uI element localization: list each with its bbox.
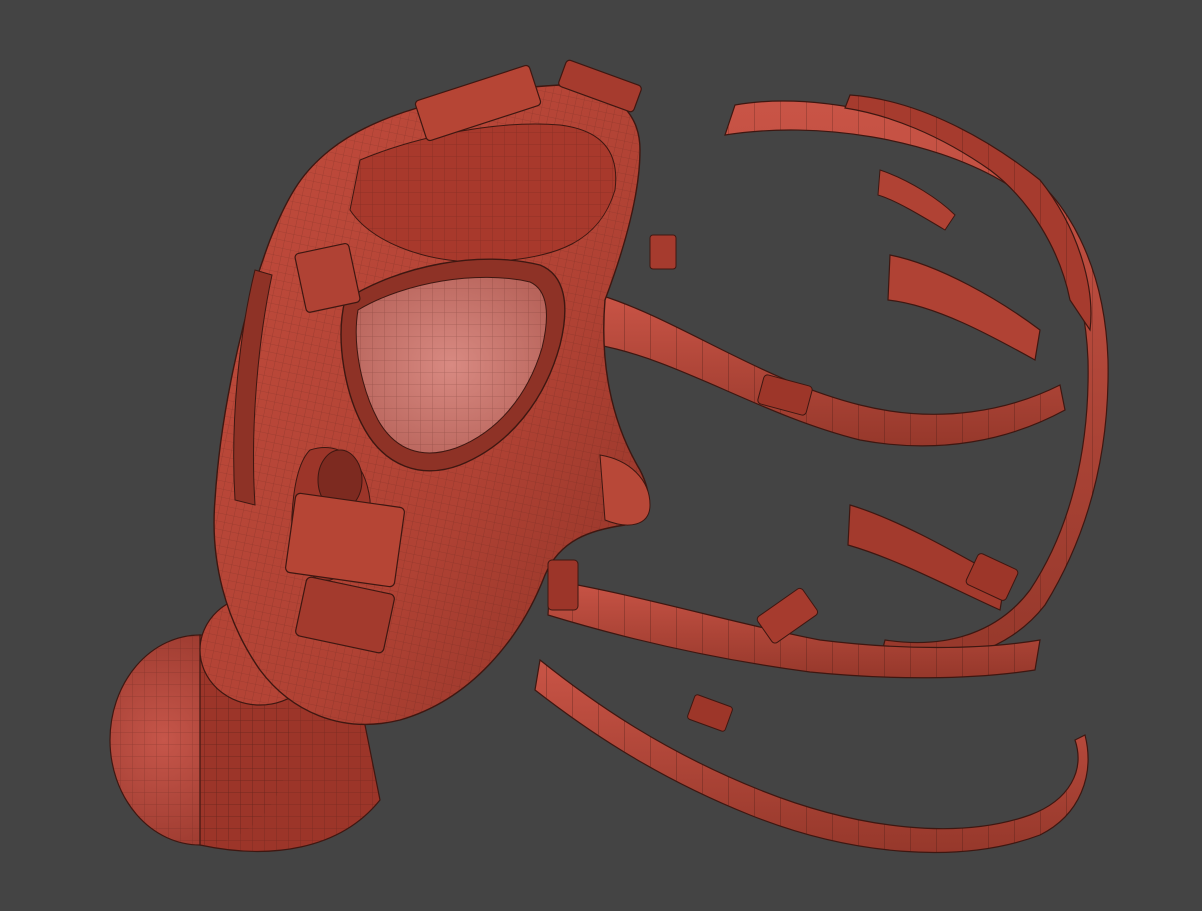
gas-mask-render [109,59,1109,854]
3d-viewport[interactable] [0,0,1202,911]
